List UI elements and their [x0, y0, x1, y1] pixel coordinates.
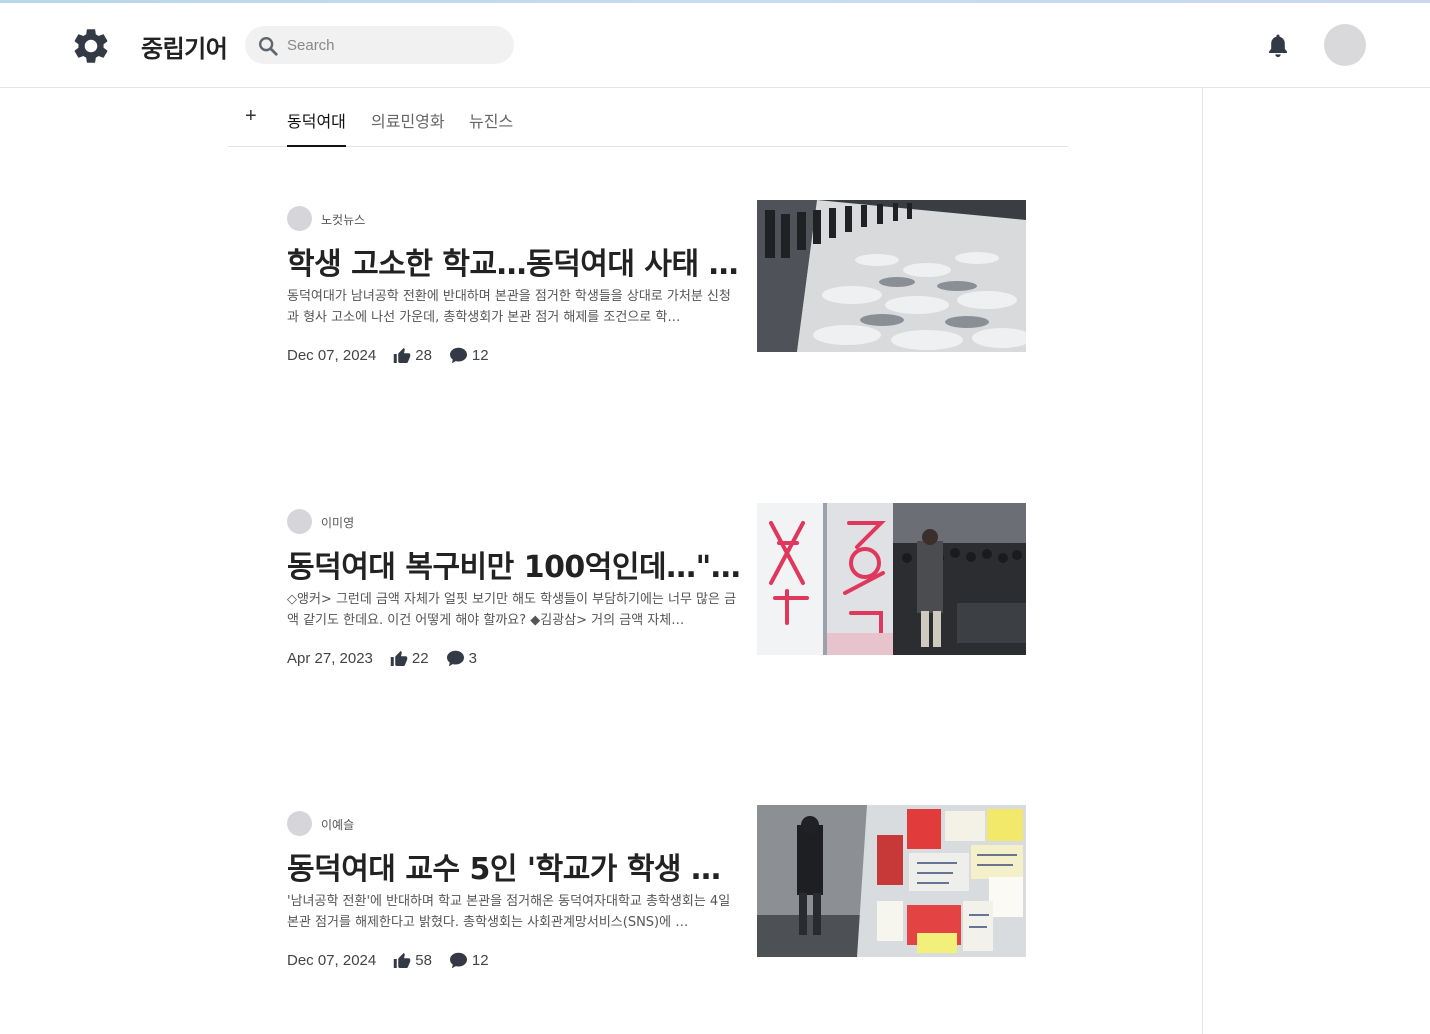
search-input[interactable]: [287, 26, 497, 64]
article-thumbnail[interactable]: [757, 503, 1026, 655]
article-summary: '남녀공학 전환'에 반대하며 학교 본관을 점거해온 동덕여자대학교 총학생회…: [287, 894, 731, 930]
comment-button[interactable]: 12: [449, 952, 489, 969]
source-name[interactable]: 이예슬: [321, 816, 354, 833]
article-date: Apr 27, 2023: [287, 649, 373, 667]
search-icon: [259, 37, 278, 56]
thumbs-up-icon: [393, 347, 411, 363]
like-button[interactable]: 22: [390, 650, 429, 667]
graffiti-protest-photo: [757, 503, 1026, 655]
article-title[interactable]: 학생 고소한 학교…동덕여대 사태 …: [287, 239, 742, 283]
sidebar-divider: [1202, 88, 1203, 1034]
thumbs-up-icon: [393, 952, 411, 968]
comment-count: 12: [471, 951, 489, 969]
article-title[interactable]: 동덕여대 교수 5인 '학교가 학생 …: [287, 844, 742, 888]
comment-icon: [446, 650, 464, 666]
article-card[interactable]: 이예슬 동덕여대 교수 5인 '학교가 학생 … '남녀공학 전환'에 반대하며…: [287, 805, 1027, 971]
article-meta: Dec 07, 2024 28 12: [287, 345, 506, 365]
comment-icon: [449, 347, 467, 363]
tab-medical-privatization[interactable]: 의료민영화: [371, 108, 445, 147]
article-meta: Apr 27, 2023 22 3: [287, 648, 494, 668]
source-name[interactable]: 노컷뉴스: [321, 211, 365, 228]
user-avatar[interactable]: [1324, 24, 1366, 66]
protest-garments-photo: [757, 200, 1026, 352]
source-avatar: [287, 509, 312, 534]
comment-count: 12: [471, 346, 489, 364]
article-summary: ◇앵커> 그런데 금액 자체가 얼핏 보기만 해도 학생들이 부담하기에는 너무…: [287, 592, 737, 628]
source-avatar: [287, 206, 312, 231]
topic-tabs: + 동덕여대 의료민영화 뉴진스: [228, 88, 1068, 147]
source-avatar: [287, 811, 312, 836]
top-navbar: 중립기어: [0, 3, 1430, 88]
article-meta: Dec 07, 2024 58 12: [287, 950, 506, 970]
article-card[interactable]: 노컷뉴스 학생 고소한 학교…동덕여대 사태 … 동덕여대가 남녀공학 전환에 …: [287, 200, 1027, 366]
thumbs-up-icon: [390, 650, 408, 666]
article-summary: 동덕여대가 남녀공학 전환에 반대하며 본관을 점거한 학생들을 상대로 가처분…: [287, 289, 731, 325]
article-date: Dec 07, 2024: [287, 951, 377, 969]
like-count: 28: [415, 346, 432, 364]
protest-notes-wall-photo: [757, 805, 1026, 957]
tab-newjeans[interactable]: 뉴진스: [469, 108, 513, 147]
tab-dongduk[interactable]: 동덕여대: [287, 108, 346, 147]
article-card[interactable]: 이미영 동덕여대 복구비만 100억인데…"… ◇앵커> 그런데 금액 자체가 …: [287, 503, 1027, 669]
like-count: 58: [415, 951, 432, 969]
article-thumbnail[interactable]: [757, 805, 1026, 957]
comment-button[interactable]: 3: [446, 650, 477, 667]
article-thumbnail[interactable]: [757, 200, 1026, 352]
bell-icon[interactable]: [1266, 33, 1290, 59]
like-button[interactable]: 28: [393, 347, 432, 364]
comment-button[interactable]: 12: [449, 347, 489, 364]
add-tab-button[interactable]: +: [245, 105, 257, 128]
like-button[interactable]: 58: [393, 952, 432, 969]
brand-name[interactable]: 중립기어: [141, 29, 228, 64]
article-date: Dec 07, 2024: [287, 346, 377, 364]
gear-icon[interactable]: [70, 25, 112, 67]
source-name[interactable]: 이미영: [321, 514, 354, 531]
article-title[interactable]: 동덕여대 복구비만 100억인데…"…: [287, 542, 742, 586]
search-bar[interactable]: [245, 26, 514, 64]
like-count: 22: [411, 649, 429, 667]
comment-icon: [449, 952, 467, 968]
comment-count: 3: [468, 649, 477, 667]
